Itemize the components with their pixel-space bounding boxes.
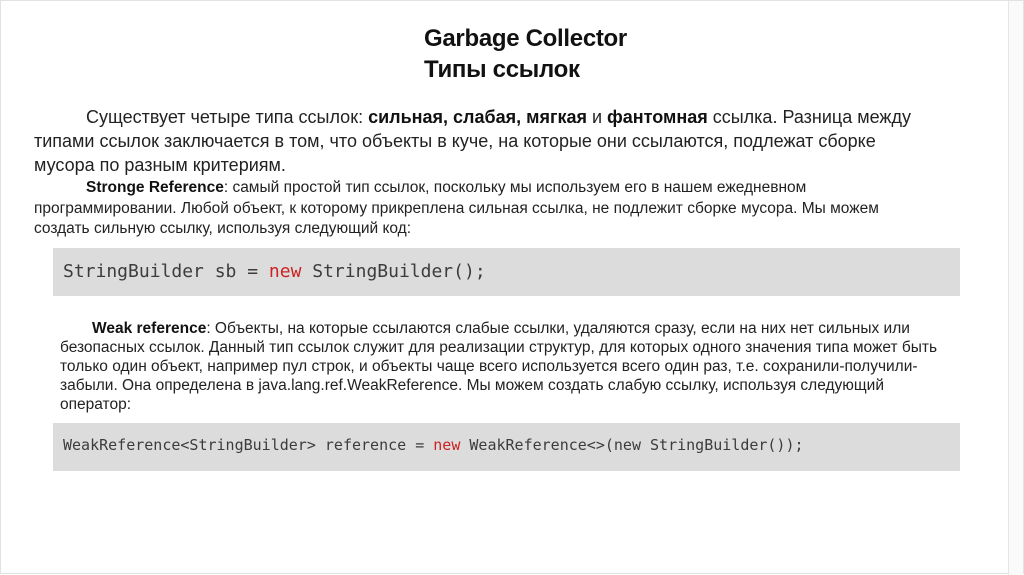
code-text: StringBuilder sb =: [63, 261, 269, 282]
weak-reference-code-block: WeakReference<StringBuilder> reference =…: [53, 423, 960, 471]
slide-right-edge: [1008, 1, 1023, 575]
code-text: WeakReference<StringBuilder> reference =: [63, 436, 434, 454]
slide: Garbage Collector Типы ссылок Существует…: [0, 0, 1024, 575]
strong-reference-term: Stronge Reference: [86, 179, 224, 196]
code-text: StringBuilder();: [301, 261, 486, 282]
weak-reference-term: Weak reference: [92, 320, 207, 337]
code-keyword-new: new: [433, 436, 461, 454]
intro-paragraph: Существует четыре типа ссылок: сильная, …: [34, 105, 934, 177]
intro-and: и: [586, 107, 608, 127]
strong-reference-paragraph: Stronge Reference: самый простой тип ссы…: [34, 178, 934, 240]
intro-phantom: фантомная: [607, 107, 708, 127]
slide-title: Garbage Collector Типы ссылок: [424, 23, 627, 85]
intro-reference-types: сильная, слабая, мягкая: [368, 107, 587, 127]
strong-reference-code-block: StringBuilder sb = new StringBuilder();: [53, 248, 960, 296]
code-text: WeakReference<>(new StringBuilder());: [460, 436, 804, 454]
weak-reference-paragraph: Weak reference: Объекты, на которые ссыл…: [60, 319, 940, 414]
intro-text-start: Существует четыре типа ссылок:: [86, 107, 369, 127]
title-line-2: Типы ссылок: [424, 56, 580, 83]
title-line-1: Garbage Collector: [424, 25, 627, 52]
code-keyword-new: new: [268, 261, 302, 282]
